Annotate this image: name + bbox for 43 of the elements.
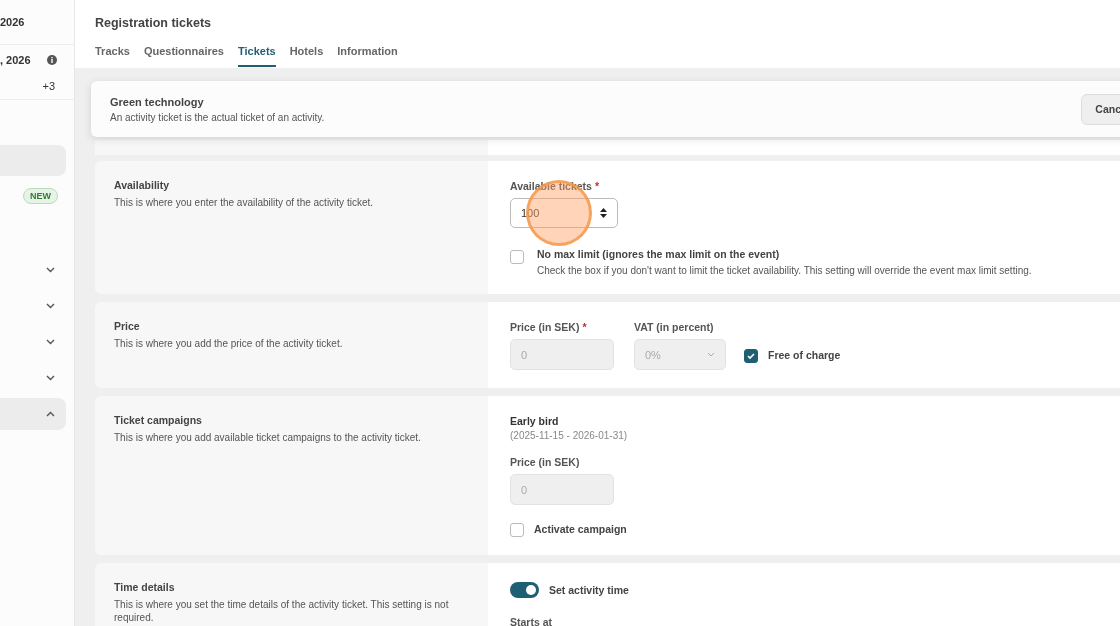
checkbox-label: No max limit (ignores the max limit on the event) [537, 248, 781, 260]
section-description: This is where you add available ticket campaigns to the activity ticket. [114, 431, 422, 444]
tab[interactable]: Hotels [289, 42, 324, 67]
tab[interactable]: Tracks [95, 42, 130, 67]
check-icon [746, 350, 756, 361]
checkbox-hint: Check the box if you don't want to limit the ticket availability. This setting will override the event max limit setting. [537, 265, 1032, 276]
required-mark: * [594, 180, 599, 192]
event-date: , 2026 [0, 54, 31, 66]
tab[interactable]: Tickets [237, 42, 276, 67]
cancel-button[interactable]: Canc [1081, 93, 1120, 125]
section-description: This is where you enter the availability of the activity ticket. [114, 196, 374, 209]
tab[interactable]: Questionnaires [143, 42, 224, 67]
more-count: +3 [42, 80, 55, 92]
section-description: This is where you set the time details of the activity ticket. This setting is not required. [114, 598, 450, 624]
checkbox[interactable] [510, 523, 524, 537]
field-label: Price (in SEK) [510, 456, 581, 468]
section-title: Time details [114, 581, 176, 593]
section-title: Price [114, 320, 141, 332]
chevron-icon [707, 352, 715, 357]
toggle-label: Set activity time [549, 584, 629, 596]
checkbox[interactable] [744, 348, 758, 363]
campaign-dates: (2025-11-15 - 2026-01-31) [510, 430, 629, 441]
card-title: Green technology [110, 95, 205, 108]
sidebar-group[interactable] [0, 398, 66, 430]
campaign-name: Early bird [510, 415, 560, 427]
field-label: Starts at [510, 616, 553, 626]
field-label: Price (in SEK) * [510, 321, 588, 333]
toggle-switch[interactable] [510, 582, 539, 598]
sidebar-heading: 2026 [0, 16, 25, 28]
tab[interactable]: Information [337, 42, 398, 67]
page-title: Registration tickets [95, 16, 212, 30]
spinner-icon [600, 207, 607, 219]
card-subtitle: An activity ticket is the actual ticket of an activity. [110, 111, 325, 123]
section-title: Availability [114, 179, 171, 191]
checkbox-label: Free of charge [768, 348, 841, 361]
checkbox[interactable] [510, 250, 524, 264]
info-icon [47, 55, 57, 65]
section-title: Ticket campaigns [114, 414, 203, 426]
field-label: VAT (in percent) [634, 321, 715, 333]
section-description: This is where you add the price of the activity ticket. [114, 337, 344, 350]
new-badge: NEW [23, 188, 58, 204]
checkbox-label: Activate campaign [534, 523, 627, 535]
required-mark: * [582, 321, 587, 333]
